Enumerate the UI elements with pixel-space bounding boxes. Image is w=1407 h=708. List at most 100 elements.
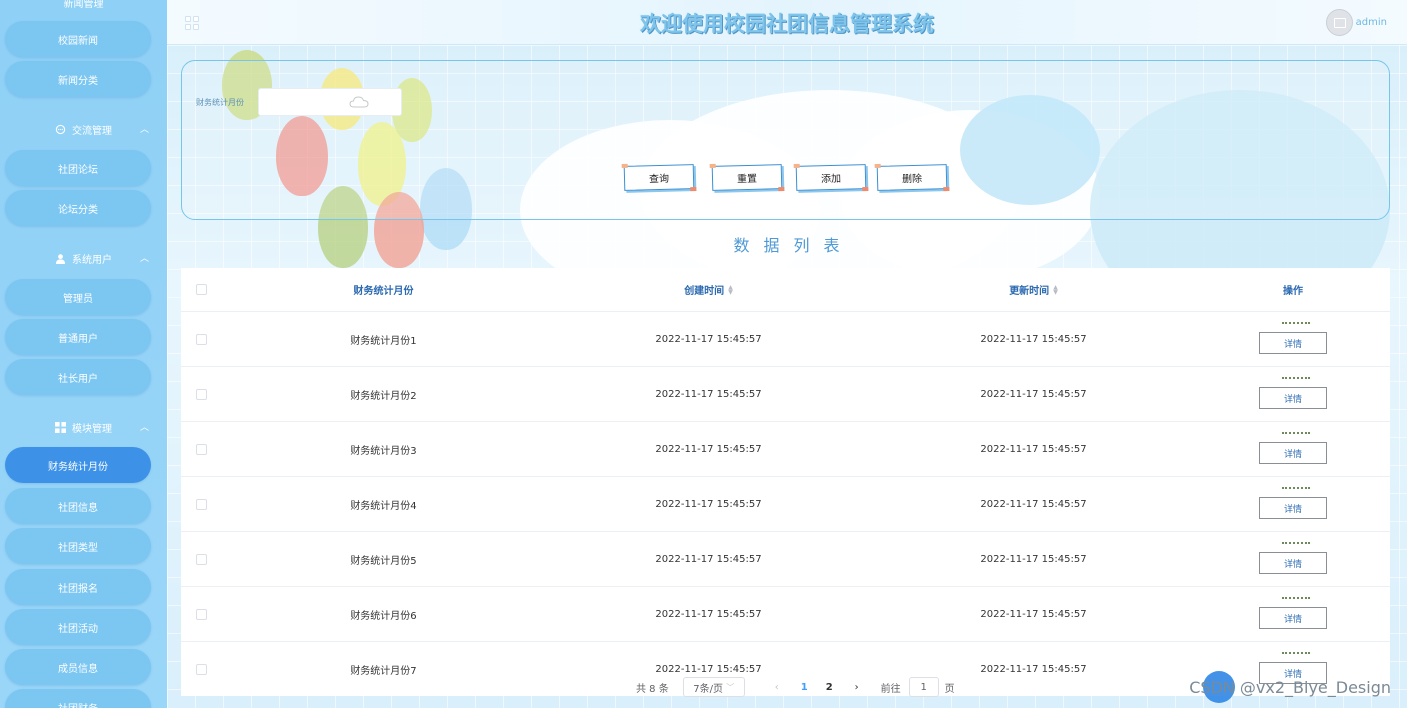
chevron-up-icon: ︿	[139, 423, 149, 433]
cell-created: 2022-11-17 15:45:57	[655, 663, 762, 675]
sidebar-item-label: 社团财务	[58, 700, 98, 708]
column-header-updated[interactable]: 更新时间	[1009, 282, 1049, 297]
chevron-up-icon: ︿	[139, 125, 149, 135]
sidebar-item-club-finance[interactable]: 社团财务	[5, 689, 151, 708]
page-title: 欢迎使用校园社团信息管理系统	[640, 12, 934, 36]
cell-updated: 2022-11-17 15:45:57	[980, 663, 1087, 675]
search-panel: 财务统计月份 查询 重置 添加 删除	[181, 60, 1390, 220]
cell-month: 财务统计月份3	[350, 445, 417, 457]
sidebar-group-label: 交流管理	[72, 125, 112, 137]
cell-created: 2022-11-17 15:45:57	[655, 553, 762, 565]
row-checkbox[interactable]	[195, 443, 207, 455]
sidebar-item-news-category[interactable]: 新闻分类	[5, 61, 151, 97]
sidebar-item-campus-news[interactable]: 校园新闻	[5, 21, 151, 57]
row-checkbox[interactable]	[195, 608, 207, 620]
leaf-icon	[1282, 432, 1310, 440]
sidebar-item-club-info[interactable]: 社团信息	[5, 488, 151, 524]
sidebar-item-club-signup[interactable]: 社团报名	[5, 569, 151, 605]
cell-month: 财务统计月份4	[350, 500, 417, 512]
reset-button[interactable]: 重置	[711, 164, 783, 191]
chat-icon	[55, 124, 66, 134]
sort-icon[interactable]: ▲ ▼	[728, 284, 733, 295]
row-checkbox[interactable]	[195, 388, 207, 400]
sidebar-item-club-type[interactable]: 社团类型	[5, 528, 151, 564]
sidebar-group-exchange[interactable]: 交流管理 ︿	[0, 117, 167, 141]
cell-created: 2022-11-17 15:45:57	[655, 608, 762, 620]
sidebar-item-label: 社团信息	[58, 502, 98, 514]
cell-month: 财务统计月份2	[350, 390, 417, 402]
detail-button[interactable]: 详情	[1259, 487, 1327, 519]
cell-updated: 2022-11-17 15:45:57	[980, 333, 1087, 345]
jump-page-input[interactable]: 1	[908, 677, 939, 697]
row-checkbox[interactable]	[195, 333, 207, 345]
sidebar-item-label: 校园新闻	[58, 35, 98, 47]
finance-month-input[interactable]	[258, 88, 402, 116]
sidebar-item-club-forum[interactable]: 社团论坛	[5, 150, 151, 186]
sidebar-item-finance-month[interactable]: 财务统计月份	[5, 447, 151, 483]
detail-label: 详情	[1283, 614, 1302, 625]
table-row: 财务统计月份5 2022-11-17 15:45:57 2022-11-17 1…	[181, 532, 1390, 587]
sidebar-item-member-info[interactable]: 成员信息	[5, 649, 151, 685]
sidebar-group-label: 新闻管理	[63, 0, 104, 10]
cell-month: 财务统计月份6	[350, 610, 417, 622]
leaf-icon	[1282, 377, 1310, 385]
table-row: 财务统计月份6 2022-11-17 15:45:57 2022-11-17 1…	[181, 587, 1390, 642]
image-icon	[1333, 17, 1346, 28]
detail-label: 详情	[1283, 559, 1302, 570]
query-button[interactable]: 查询	[623, 164, 695, 191]
column-header-action: 操作	[1283, 286, 1303, 297]
sidebar-item-label: 普通用户	[58, 333, 98, 345]
leaf-icon	[1282, 322, 1310, 330]
cell-month: 财务统计月份1	[350, 335, 417, 347]
sidebar-item-admin[interactable]: 管理员	[5, 279, 151, 315]
sidebar-item-forum-category[interactable]: 论坛分类	[5, 190, 151, 226]
cell-updated: 2022-11-17 15:45:57	[980, 388, 1087, 400]
detail-button[interactable]: 详情	[1259, 432, 1327, 464]
sidebar: 新闻管理 校园新闻 新闻分类 交流管理 ︿ 社团论坛 论坛分类 系统用户 ︿ 管…	[0, 0, 167, 708]
page-1[interactable]: 1	[801, 682, 808, 693]
search-label: 财务统计月份	[196, 98, 244, 107]
row-checkbox[interactable]	[195, 498, 207, 510]
detail-button[interactable]: 详情	[1259, 597, 1327, 629]
select-all-checkbox[interactable]	[195, 284, 207, 295]
row-checkbox[interactable]	[195, 663, 207, 675]
cloud-icon	[349, 96, 369, 108]
grid-icon	[55, 421, 66, 433]
page-size-select[interactable]: 7条/页 ﹀	[682, 677, 745, 697]
page-2[interactable]: 2	[826, 682, 833, 693]
total-count: 共 8 条	[636, 683, 669, 695]
sidebar-item-club-activity[interactable]: 社团活动	[5, 609, 151, 645]
sidebar-item-normal-user[interactable]: 普通用户	[5, 319, 151, 355]
table-header: 财务统计月份 创建时间 ▲ ▼ 更新时间 ▲ ▼ 操作	[181, 268, 1390, 312]
column-header-month: 财务统计月份	[353, 286, 414, 297]
detail-button[interactable]: 详情	[1259, 377, 1327, 409]
add-button[interactable]: 添加	[795, 164, 867, 191]
prev-page-icon[interactable]: ‹	[775, 682, 779, 693]
username[interactable]: admin	[1356, 17, 1387, 28]
sidebar-item-label: 新闻分类	[58, 75, 98, 87]
detail-label: 详情	[1283, 339, 1302, 350]
cell-updated: 2022-11-17 15:45:57	[980, 608, 1087, 620]
sidebar-group-modules[interactable]: 模块管理 ︿	[0, 415, 167, 439]
cell-created: 2022-11-17 15:45:57	[655, 443, 762, 455]
sidebar-group-news[interactable]: 新闻管理	[0, 0, 167, 14]
sort-icon[interactable]: ▲ ▼	[1053, 284, 1058, 295]
column-header-created[interactable]: 创建时间	[684, 282, 724, 297]
detail-button[interactable]: 详情	[1259, 542, 1327, 574]
table-row: 财务统计月份2 2022-11-17 15:45:57 2022-11-17 1…	[181, 367, 1390, 422]
sidebar-item-label: 社团活动	[58, 623, 98, 635]
next-page-icon[interactable]: ›	[855, 682, 859, 693]
watermark: CSDN @vx2_Biye_Design	[1189, 678, 1391, 697]
pagination: 共 8 条 7条/页 ﹀ ‹ 1 2 › 前往 1 页	[636, 677, 955, 697]
delete-button[interactable]: 删除	[876, 164, 948, 191]
avatar[interactable]	[1326, 9, 1353, 36]
sidebar-item-label: 成员信息	[58, 663, 98, 675]
detail-button[interactable]: 详情	[1259, 322, 1327, 354]
leaf-icon	[1282, 487, 1310, 495]
table-row: 财务统计月份1 2022-11-17 15:45:57 2022-11-17 1…	[181, 312, 1390, 367]
sidebar-item-president-user[interactable]: 社长用户	[5, 359, 151, 395]
cell-month: 财务统计月份7	[350, 665, 417, 677]
row-checkbox[interactable]	[195, 553, 207, 565]
sidebar-item-label: 论坛分类	[58, 204, 98, 216]
cell-updated: 2022-11-17 15:45:57	[980, 498, 1087, 510]
